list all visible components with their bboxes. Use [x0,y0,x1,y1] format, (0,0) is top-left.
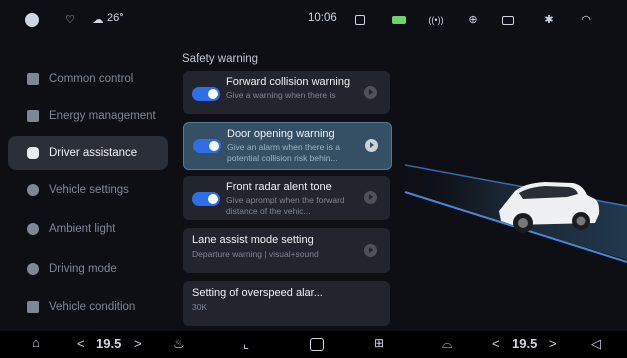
sidebar-item-label: Common control [49,73,134,85]
left-temperature: 19.5 [96,336,122,351]
sidebar: Common control Energy management Driver … [0,50,180,330]
car-side-icon[interactable]: ⌓ [442,336,452,352]
volume-icon[interactable]: ◁ [591,336,601,352]
sidebar-item-vehicle-condition[interactable]: Vehicle condition [8,290,168,324]
sidebar-item-label: Energy management [49,110,156,122]
card-title: Lane assist mode setting [192,234,314,246]
location-icon: ⊕ [468,14,478,26]
right-temperature: 19.5 [512,336,538,351]
sidebar-item-label: Ambient light [49,223,116,235]
temp-right-increase[interactable]: > [549,336,557,351]
settings-icon [27,184,39,196]
cloud-icon: ☁ [92,14,104,26]
signal-icon: ((•)) [428,15,444,25]
toggle-switch[interactable] [192,192,220,206]
info-arrow-icon[interactable] [364,191,377,204]
setting-card-lane-assist[interactable]: Lane assist mode setting Departure warni… [183,228,390,273]
condition-icon [27,301,39,313]
card-desc: Give aprompt when the forward distance o… [226,195,345,216]
car-front-icon[interactable] [310,338,324,351]
common-control-icon [27,73,39,85]
card-desc: Give a warning when there is [226,90,336,100]
card-desc: 30K [192,302,208,312]
setting-card-front-radar[interactable]: Front radar alent tone Give aprompt when… [183,176,390,220]
seatbelt-alert-icon: ♡ [65,14,75,26]
temp-left-increase[interactable]: > [134,336,142,351]
sidebar-item-ambient-light[interactable]: Ambient light [8,212,168,246]
info-arrow-icon[interactable] [364,86,377,99]
card-desc: Departure warning | visual+sound [192,249,319,259]
steering-icon [27,263,39,275]
car-icon [27,147,39,159]
sidebar-item-label: Vehicle settings [49,184,129,196]
car-lock-icon [355,15,365,25]
card-title: Setting of overspeed alar... [192,287,323,299]
bluetooth-icon: ✱ [544,14,554,26]
sidebar-item-driver-assistance[interactable]: Driver assistance [8,136,168,170]
sidebar-item-label: Driving mode [49,263,117,275]
sidebar-item-label: Vehicle condition [49,301,136,313]
apps-grid-icon[interactable]: ⊞ [374,336,384,350]
temperature: 26° [107,12,124,24]
setting-card-door-opening[interactable]: Door opening warning Give an alarm when … [183,122,392,170]
battery-icon [392,16,406,24]
car-illustration [395,163,627,263]
toggle-switch[interactable] [192,87,220,101]
sidebar-item-driving-mode[interactable]: Driving mode [8,252,168,286]
card-desc: Give an alarm when there is a potential … [227,142,340,163]
card-title: Forward collision warning [226,76,351,88]
status-bar: ♡ ☁ 26° 10:06 ((•)) ⊕ ✱ ◠ [0,0,627,50]
profile-icon[interactable] [25,13,39,27]
sidebar-item-label: Driver assistance [49,147,138,159]
temp-right-decrease[interactable]: < [492,336,500,351]
info-arrow-icon[interactable] [364,244,377,257]
card-title: Front radar alent tone [226,181,332,193]
sidebar-item-common-control[interactable]: Common control [8,62,168,96]
wifi-icon: ◠ [581,14,591,26]
clock: 10:06 [308,12,337,24]
light-icon [27,223,39,235]
bottom-bar: ⌂ < 19.5 > ♨ ⌞ ⊞ ⌓ < 19.5 > ◁ [0,331,627,358]
seat-heat-icon[interactable]: ♨ [173,336,185,352]
camera-icon [502,16,514,25]
sidebar-item-vehicle-settings[interactable]: Vehicle settings [8,173,168,207]
home-icon[interactable]: ⌂ [32,335,40,350]
info-arrow-icon[interactable] [365,139,378,152]
seat-icon[interactable]: ⌞ [243,336,249,352]
card-title: Door opening warning [227,128,335,140]
section-title: Safety warning [182,53,259,65]
battery-icon [27,110,39,122]
setting-card-overspeed[interactable]: Setting of overspeed alar... 30K [183,281,390,326]
toggle-switch[interactable] [193,139,221,153]
setting-card-forward-collision[interactable]: Forward collision warning Give a warning… [183,71,390,114]
temp-left-decrease[interactable]: < [77,336,85,351]
sidebar-item-energy-management[interactable]: Energy management [8,99,168,133]
